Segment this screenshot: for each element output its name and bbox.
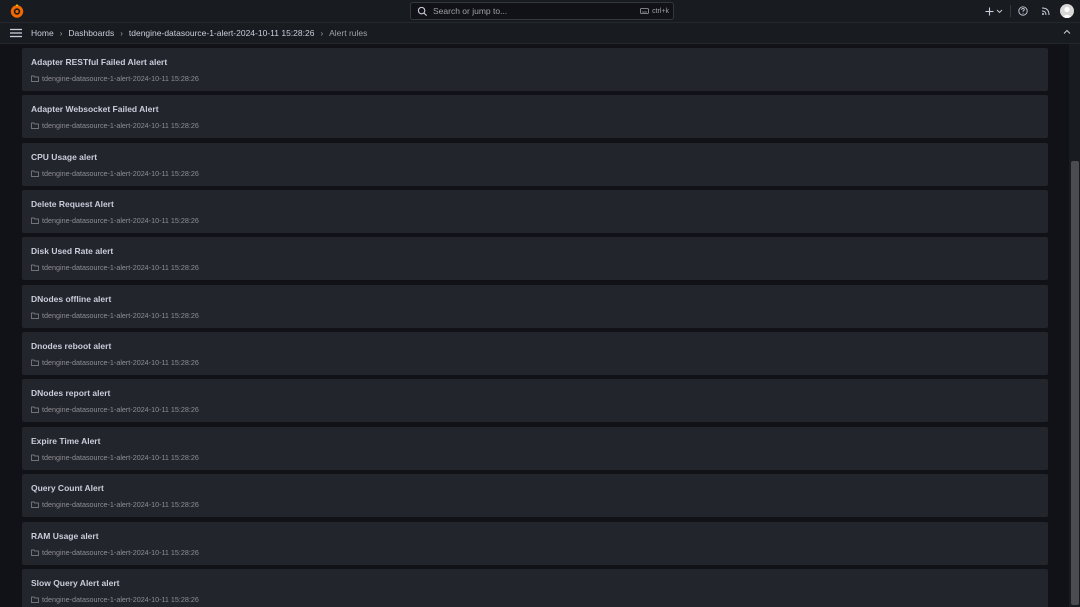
folder-icon (31, 122, 39, 130)
alert-rule-title[interactable]: Adapter Websocket Failed Alert (31, 104, 159, 114)
alert-rule-title[interactable]: DNodes report alert (31, 388, 110, 398)
alert-rule-card[interactable]: Disk Used Rate alert tdengine-datasource-… (22, 237, 1048, 281)
breadcrumb-folder[interactable]: tdengine-datasource-1-alert-2024-10-11 1… (129, 28, 315, 38)
alert-rule-title[interactable]: Adapter RESTful Failed Alert alert (31, 57, 167, 67)
alert-rule-folder: tdengine-datasource-1-alert-2024-10-11 1… (31, 74, 199, 83)
alert-rule-title[interactable]: Disk Used Rate alert (31, 246, 113, 256)
folder-icon (31, 75, 39, 82)
alert-rule-card[interactable]: DNodes report alert tdengine-datasource-1… (22, 379, 1048, 423)
alert-rule-folder: tdengine-datasource-1-alert-2024-10-11 1… (31, 453, 199, 462)
alert-rule-title[interactable]: Dnodes reboot alert (31, 341, 111, 351)
alert-rule-title[interactable]: Slow Query Alert alert (31, 578, 120, 588)
alert-rule-folder: tdengine-datasource-1-alert-2024-10-11 1… (31, 358, 199, 367)
folder-name: tdengine-datasource-1-alert-2024-10-11 1… (42, 263, 199, 273)
new-button[interactable] (985, 5, 1003, 17)
search-bar[interactable]: Search or jump to... ctrl+k (410, 2, 674, 20)
keyboard-shortcut: ctrl+k (640, 8, 669, 15)
alert-rule-folder: tdengine-datasource-1-alert-2024-10-11 1… (31, 595, 199, 604)
search-placeholder: Search or jump to... (433, 6, 508, 16)
keyboard-icon (640, 8, 649, 14)
folder-icon (31, 549, 39, 556)
chevron-up-icon[interactable] (1063, 29, 1071, 35)
breadcrumb-current: Alert rules (329, 28, 368, 38)
breadcrumb: Home › Dashboards › tdengine-datasource-… (31, 28, 367, 38)
alert-rule-folder: tdengine-datasource-1-alert-2024-10-11 1… (31, 500, 199, 509)
alert-rule-folder: tdengine-datasource-1-alert-2024-10-11 1… (31, 405, 199, 414)
chevron-right-icon: › (320, 28, 324, 38)
folder-name: tdengine-datasource-1-alert-2024-10-11 1… (42, 452, 199, 462)
folder-icon (31, 217, 39, 224)
grafana-logo-icon[interactable] (9, 3, 25, 19)
user-avatar[interactable] (1060, 4, 1074, 18)
alert-rule-card[interactable]: Expire Time Alert tdengine-datasource-1-a… (22, 426, 1048, 470)
alert-rule-title[interactable]: CPU Usage alert (31, 152, 97, 162)
user-icon (1062, 6, 1072, 18)
alert-rule-card[interactable]: Adapter RESTful Failed Alert alert tdengi… (22, 48, 1048, 91)
help-icon[interactable] (1018, 6, 1028, 16)
rss-icon[interactable] (1041, 6, 1051, 16)
alert-rule-title[interactable]: DNodes offline alert (31, 294, 111, 304)
alert-rule-card[interactable]: Delete Request Alert tdengine-datasource-… (22, 190, 1048, 234)
folder-name: tdengine-datasource-1-alert-2024-10-11 1… (42, 168, 199, 178)
alert-rule-list: Adapter RESTful Failed Alert alert tdengi… (0, 44, 1069, 607)
alert-rule-card[interactable]: CPU Usage alert tdengine-datasource-1-ale… (22, 142, 1048, 186)
search-icon (417, 6, 428, 16)
plus-icon (985, 7, 994, 15)
alert-rule-card[interactable]: DNodes offline alert tdengine-datasource-… (22, 284, 1048, 328)
folder-name: tdengine-datasource-1-alert-2024-10-11 1… (42, 547, 199, 557)
folder-name: tdengine-datasource-1-alert-2024-10-11 1… (42, 121, 199, 131)
folder-icon (31, 170, 39, 177)
breadcrumb-bar: Home › Dashboards › tdengine-datasource-… (0, 23, 1080, 44)
alert-rule-folder: tdengine-datasource-1-alert-2024-10-11 1… (31, 548, 199, 557)
alert-rule-folder: tdengine-datasource-1-alert-2024-10-11 1… (31, 169, 199, 178)
alert-rule-title[interactable]: Delete Request Alert (31, 199, 114, 209)
alert-rule-title[interactable]: Query Count Alert (31, 483, 104, 493)
folder-name: tdengine-datasource-1-alert-2024-10-11 1… (42, 405, 199, 415)
alert-rule-card[interactable]: RAM Usage alert tdengine-datasource-1-ale… (22, 521, 1048, 565)
divider (1010, 5, 1011, 17)
alert-rule-card[interactable]: Dnodes reboot alert tdengine-datasource-1… (22, 332, 1048, 376)
alert-rule-card[interactable]: Slow Query Alert alert tdengine-datasourc… (22, 568, 1048, 607)
breadcrumb-home[interactable]: Home (31, 28, 54, 38)
folder-name: tdengine-datasource-1-alert-2024-10-11 1… (42, 594, 199, 604)
alert-rule-card[interactable]: Adapter Websocket Failed Alert tdengine-d… (22, 95, 1048, 139)
top-bar: Search or jump to... ctrl+k (0, 0, 1080, 23)
alert-rule-folder: tdengine-datasource-1-alert-2024-10-11 1… (31, 311, 199, 320)
alert-rule-title[interactable]: RAM Usage alert (31, 531, 99, 541)
folder-name: tdengine-datasource-1-alert-2024-10-11 1… (42, 310, 199, 320)
folder-name: tdengine-datasource-1-alert-2024-10-11 1… (42, 74, 199, 83)
alert-rule-folder: tdengine-datasource-1-alert-2024-10-11 1… (31, 121, 199, 130)
shortcut-label: ctrl+k (652, 7, 669, 15)
alert-rule-card[interactable]: Query Count Alert tdengine-datasource-1-a… (22, 474, 1048, 518)
folder-icon (31, 596, 39, 603)
alert-rule-folder: tdengine-datasource-1-alert-2024-10-11 1… (31, 216, 199, 225)
folder-icon (31, 312, 39, 319)
alert-rule-title[interactable]: Expire Time Alert (31, 436, 100, 446)
chevron-right-icon: › (120, 28, 123, 38)
chevron-right-icon: › (59, 28, 63, 38)
scrollbar-thumb[interactable] (1071, 161, 1079, 605)
folder-name: tdengine-datasource-1-alert-2024-10-11 1… (42, 358, 199, 368)
folder-icon (31, 454, 39, 461)
breadcrumb-dashboards[interactable]: Dashboards (68, 28, 114, 38)
folder-icon (31, 407, 39, 414)
folder-icon (31, 501, 39, 508)
folder-name: tdengine-datasource-1-alert-2024-10-11 1… (42, 216, 199, 226)
folder-name: tdengine-datasource-1-alert-2024-10-11 1… (42, 500, 199, 510)
folder-icon (31, 359, 39, 366)
alert-rule-folder: tdengine-datasource-1-alert-2024-10-11 1… (31, 263, 199, 272)
menu-icon[interactable] (10, 28, 22, 38)
chevron-down-icon (996, 9, 1003, 14)
folder-icon (31, 265, 39, 272)
